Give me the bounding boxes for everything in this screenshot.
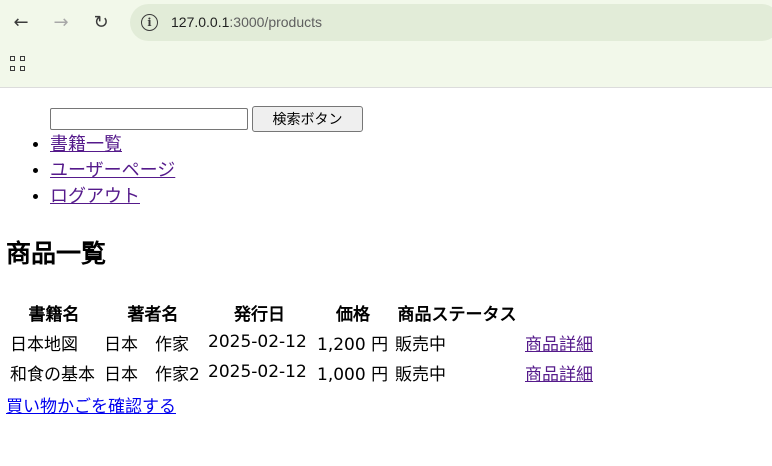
page-title: 商品一覧	[6, 239, 107, 268]
nav-link-logout[interactable]: ログアウト	[50, 186, 140, 207]
table-row: 日本地図 日本 作家 2025-02-12 1,200 円 販売中 商品詳細	[8, 328, 607, 356]
url-host: 127.0.0.1	[171, 14, 230, 30]
header-author: 著者名	[127, 304, 179, 325]
nav-item-books: 書籍一覧	[50, 132, 175, 158]
cell-price: 1,000 円	[317, 364, 389, 385]
table-header-row: 書籍名 著者名 発行日 価格 商品ステータス	[8, 298, 607, 326]
cell-publish-date: 2025-02-12	[208, 332, 307, 352]
header-price: 価格	[336, 304, 370, 325]
address-bar[interactable]: i 127.0.0.1:3000/products	[130, 4, 772, 41]
cell-publish-date: 2025-02-12	[208, 362, 307, 382]
info-icon[interactable]: i	[141, 14, 158, 31]
header-status: 商品ステータス	[397, 304, 517, 325]
url-path: :3000/products	[229, 14, 323, 30]
cell-detail: 商品詳細	[523, 328, 607, 356]
url-text[interactable]: 127.0.0.1:3000/products	[171, 14, 322, 30]
product-detail-link[interactable]: 商品詳細	[525, 335, 593, 355]
cell-author: 日本 作家2	[104, 364, 200, 385]
search-button[interactable]: 検索ボタン	[252, 106, 363, 132]
search-input[interactable]	[50, 108, 248, 130]
reload-icon[interactable]: ↻	[89, 10, 113, 34]
cell-status: 販売中	[395, 364, 446, 385]
view-cart-link[interactable]: 買い物かごを確認する	[6, 392, 176, 417]
arrow-right-icon[interactable]: →	[49, 10, 73, 34]
cell-author: 日本 作家	[104, 334, 189, 355]
nav-link-books[interactable]: 書籍一覧	[50, 134, 122, 155]
header-book-title: 書籍名	[28, 304, 80, 325]
header-link	[523, 298, 607, 326]
apps-grid-icon[interactable]	[10, 56, 26, 72]
product-detail-link[interactable]: 商品詳細	[525, 365, 593, 385]
cell-status: 販売中	[395, 334, 446, 355]
cell-book-title: 和食の基本	[10, 364, 95, 385]
browser-toolbar: ← → ↻ i 127.0.0.1:3000/products	[0, 0, 772, 88]
products-table: 書籍名 著者名 発行日 価格 商品ステータス 日本地図 日本 作家 2025-0…	[6, 296, 609, 388]
table-row: 和食の基本 日本 作家2 2025-02-12 1,000 円 販売中 商品詳細	[8, 358, 607, 386]
cell-book-title: 日本地図	[10, 334, 78, 355]
header-publish-date: 発行日	[234, 304, 285, 325]
nav-item-logout: ログアウト	[50, 184, 175, 210]
nav-item-user-page: ユーザーページ	[50, 158, 175, 184]
nav-link-user-page[interactable]: ユーザーページ	[50, 160, 175, 181]
cell-detail: 商品詳細	[523, 358, 607, 386]
arrow-left-icon[interactable]: ←	[9, 10, 33, 34]
page-content: 検索ボタン 書籍一覧 ユーザーページ ログアウト 商品一覧 書籍名 著者名 発行…	[0, 88, 772, 466]
nav-menu: 書籍一覧 ユーザーページ ログアウト	[0, 132, 175, 210]
cell-price: 1,200 円	[317, 334, 389, 355]
